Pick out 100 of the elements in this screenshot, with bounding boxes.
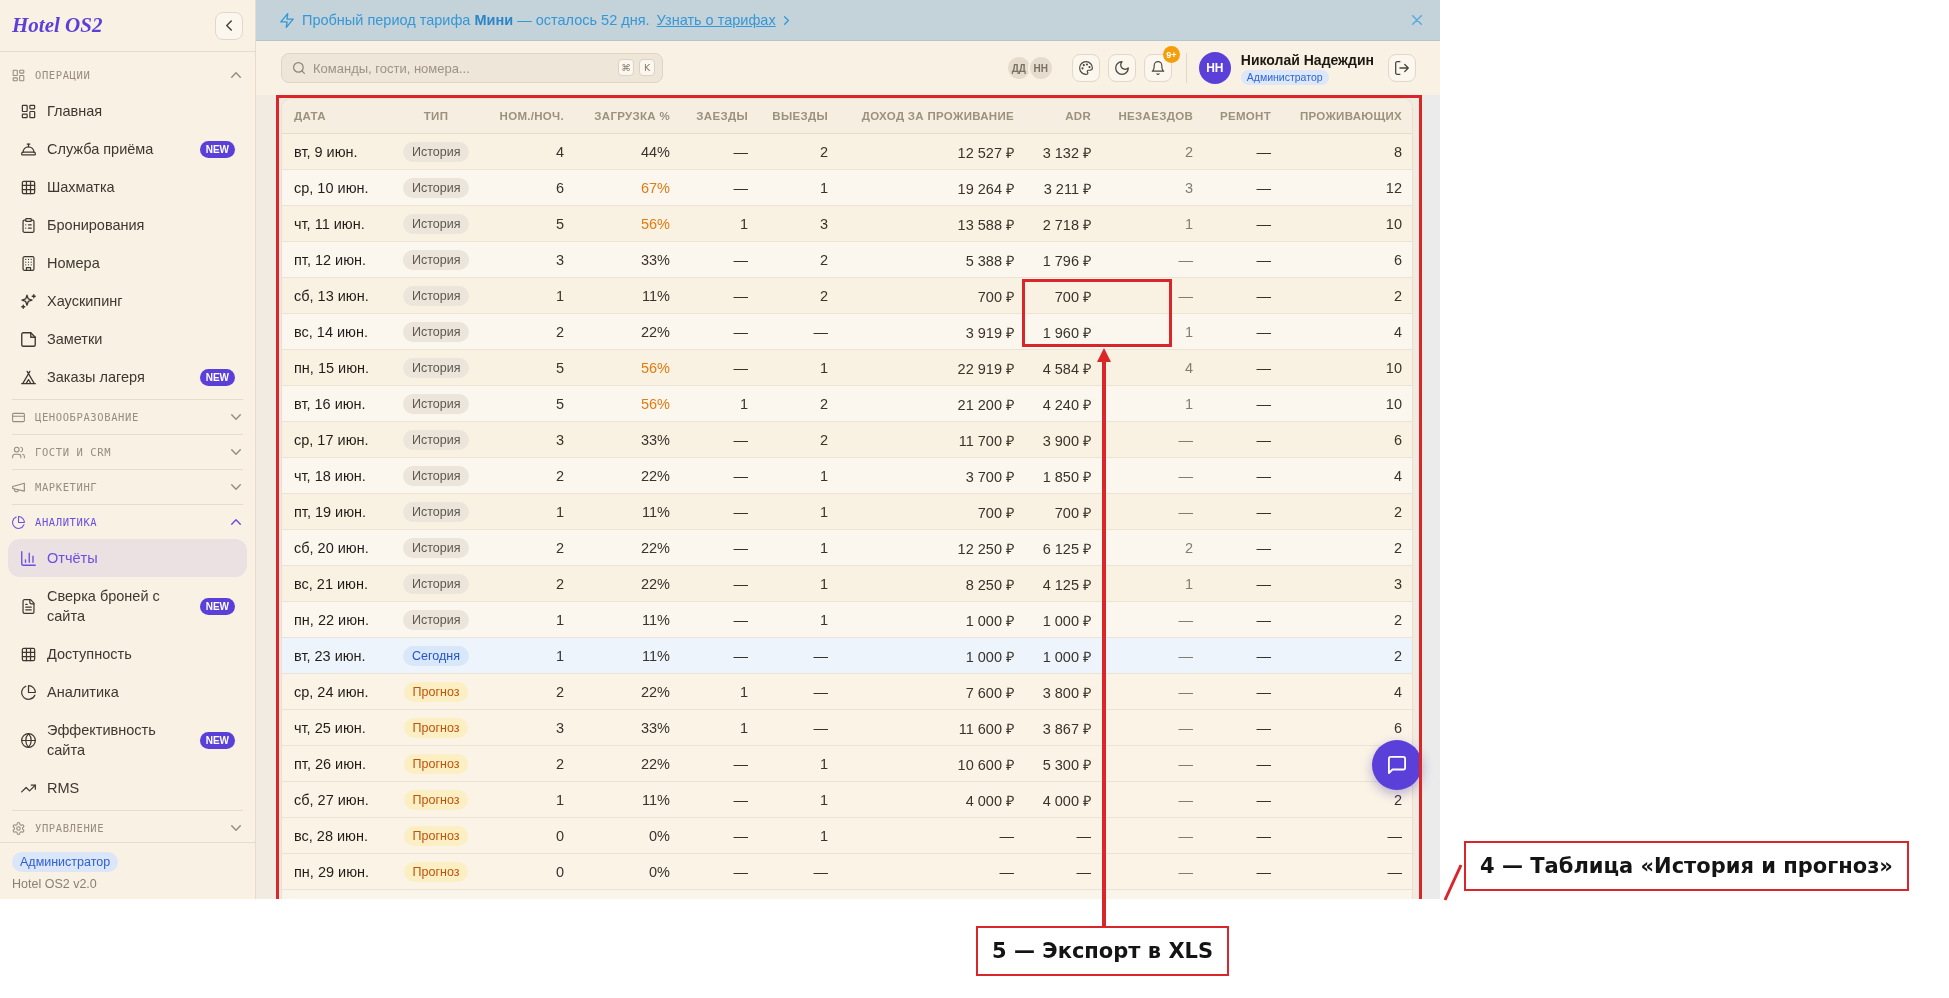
repairs-value: — [1256, 575, 1271, 592]
nav-item[interactable]: Номера [8, 244, 247, 282]
revenue-value: 11 600 ₽ [958, 720, 1014, 737]
date-label: вс, 28 июн. [294, 827, 368, 844]
date-label: чт, 18 июн. [294, 467, 366, 484]
section-header[interactable]: АНАЛИТИКА [0, 505, 255, 539]
nav-item[interactable]: Хаускипинг [8, 282, 247, 320]
occupancy-value: 44% [640, 143, 670, 160]
column-header: НОМ./НОЧ. [499, 110, 564, 122]
no-shows-value: — [1178, 467, 1193, 484]
column-header: ПРОЖИВАЮЩИХ [1299, 110, 1402, 122]
nav-item[interactable]: Заметки [8, 320, 247, 358]
room-nights-value: 3 [555, 431, 564, 448]
room-nights-value: 1 [555, 503, 564, 520]
users-icon [12, 445, 25, 459]
nav-item[interactable]: Аналитика [8, 673, 247, 711]
column-header: ВЫЕЗДЫ [772, 110, 828, 122]
type-tag: Прогноз [403, 861, 469, 882]
arrivals-value: — [733, 827, 748, 844]
revenue-value: 22 919 ₽ [957, 360, 1014, 377]
revenue-value: 12 527 ₽ [957, 144, 1014, 161]
adr-value: 1 850 ₽ [1042, 468, 1091, 485]
departures-value: 2 [819, 143, 828, 160]
date-label: пт, 19 июн. [294, 503, 367, 520]
revenue-value: 12 250 ₽ [957, 540, 1014, 557]
callout-label: 5 — Экспорт в XLS [976, 926, 1230, 976]
type-tag: История [403, 573, 470, 594]
date-label: пн, 22 июн. [294, 611, 370, 628]
chevron-up-icon [231, 72, 241, 78]
revenue-value: 8 250 ₽ [965, 576, 1014, 593]
revenue-value: 5 388 ₽ [965, 252, 1014, 269]
departures-value: 1 [819, 827, 828, 844]
user-avatar: НН [1198, 52, 1231, 84]
palette-button[interactable] [1071, 54, 1100, 82]
revenue-value: 11 700 ₽ [958, 432, 1014, 449]
column-header: ADR [1065, 110, 1091, 122]
type-tag: Сегодня [403, 645, 469, 666]
residents-value: 4 [1393, 467, 1402, 484]
revenue-value: 700 ₽ [977, 288, 1014, 305]
collapse-button[interactable] [215, 11, 243, 40]
nav-item[interactable]: Отчёты [8, 539, 247, 577]
residents-value: 10 [1385, 395, 1402, 412]
nav-item[interactable]: Доступность [8, 635, 247, 673]
repairs-value: — [1256, 719, 1271, 736]
type-tag: История [403, 285, 470, 306]
theme-toggle-button[interactable] [1107, 54, 1136, 82]
revenue-value: — [999, 863, 1014, 880]
occupancy-value: 33% [640, 719, 670, 736]
departures-value: 1 [819, 575, 828, 592]
nav-item[interactable]: Эффективность сайта NEW [8, 711, 247, 769]
logout-button[interactable] [1388, 54, 1416, 82]
shortcut-key: ⌘ [618, 59, 634, 76]
building-icon [21, 255, 36, 271]
date-label: вт, 23 июн. [294, 647, 366, 664]
residents-value: — [1387, 827, 1402, 844]
adr-value: 3 867 ₽ [1042, 720, 1091, 737]
table-grid-icon [21, 179, 36, 195]
nav-item[interactable]: RMS [8, 769, 247, 807]
occupancy-value: 22% [640, 323, 670, 340]
repairs-value: — [1256, 647, 1271, 664]
adr-value: 4 000 ₽ [1042, 792, 1091, 809]
nav-item[interactable]: Сверка броней с сайта NEW [8, 577, 247, 635]
revenue-value: 4 000 ₽ [965, 792, 1014, 809]
room-nights-value: 6 [555, 179, 564, 196]
chevron-left-icon [226, 20, 232, 31]
departures-value: 1 [819, 467, 828, 484]
room-nights-value: 0 [555, 827, 564, 844]
residents-value: 12 [1385, 179, 1402, 196]
search-icon [293, 62, 305, 74]
nav-item[interactable]: Главная [8, 92, 247, 130]
repairs-value: — [1256, 467, 1271, 484]
date-label: вс, 14 июн. [294, 323, 368, 340]
nav-item[interactable]: Шахматка [8, 168, 247, 206]
bell-icon [1150, 61, 1165, 75]
date-label: пт, 12 июн. [294, 251, 367, 268]
new-badge: NEW [199, 140, 235, 158]
nav-item[interactable]: Бронирования [8, 206, 247, 244]
type-tag: Прогноз [403, 789, 469, 810]
residents-value: — [1387, 863, 1402, 880]
residents-value: 2 [1393, 539, 1402, 556]
nav-item[interactable]: Заказы лагеря NEW [8, 358, 247, 396]
chevron-down-icon [231, 449, 241, 455]
room-nights-value: 0 [555, 863, 564, 880]
residents-value: 4 [1393, 683, 1402, 700]
repairs-value: — [1256, 863, 1271, 880]
document-icon [21, 598, 36, 614]
logout-icon [1395, 61, 1409, 75]
occupancy-value: 11% [642, 503, 670, 520]
nav-item[interactable]: Служба приёма NEW [8, 130, 247, 168]
room-nights-value: 1 [555, 647, 564, 664]
arrivals-value: 1 [739, 395, 748, 412]
repairs-value: — [1256, 359, 1271, 376]
no-shows-value: 2 [1184, 143, 1193, 160]
no-shows-value: 1 [1184, 215, 1193, 232]
role-badge: Администратор [1240, 69, 1329, 85]
adr-value: 3 132 ₽ [1042, 144, 1091, 161]
type-tag: История [403, 609, 470, 630]
revenue-value: 1 000 ₽ [965, 612, 1014, 629]
residents-value: 10 [1385, 359, 1402, 376]
room-nights-value: 3 [555, 719, 564, 736]
